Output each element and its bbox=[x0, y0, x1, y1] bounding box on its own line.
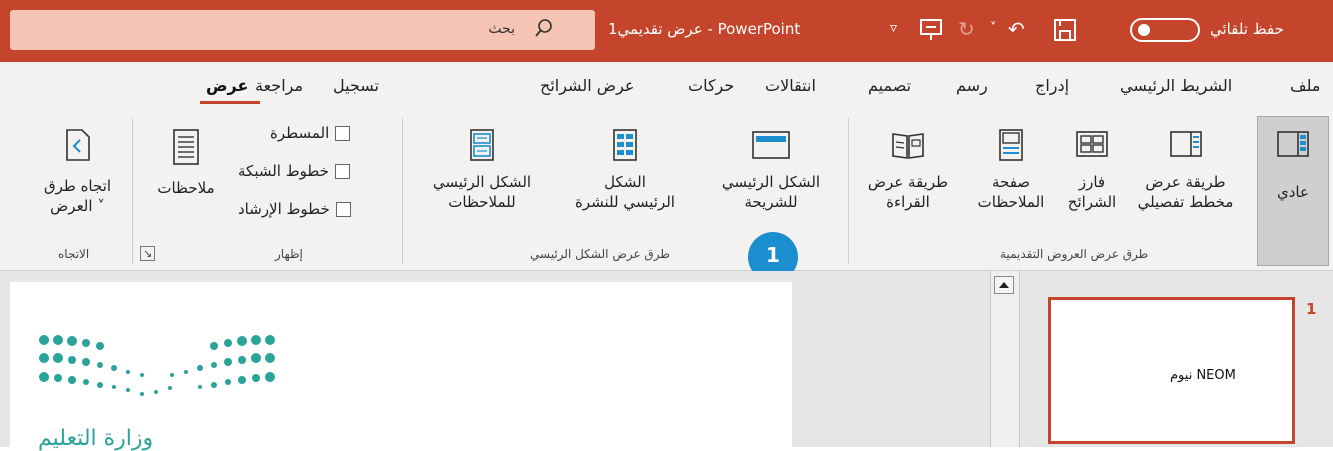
reading-view-label2: القراءة bbox=[886, 193, 930, 211]
reading-view-label1: طريقة عرض bbox=[867, 173, 949, 191]
group-label-show: إظهار bbox=[275, 247, 303, 261]
outline-view-label2: مخطط تفصيلي bbox=[1137, 193, 1234, 211]
tab-record[interactable]: تسجيل bbox=[333, 76, 379, 95]
notes-button[interactable]: ملاحظات bbox=[145, 128, 227, 198]
group-divider bbox=[132, 118, 133, 264]
normal-view-button[interactable]: عادي bbox=[1258, 128, 1328, 202]
ruler-label: المسطرة bbox=[270, 124, 330, 142]
thumbnail-scrollbar[interactable] bbox=[990, 271, 1020, 447]
autosave-toggle[interactable] bbox=[1130, 18, 1200, 42]
slide-master-label2: للشريحة bbox=[744, 193, 798, 211]
group-divider bbox=[848, 118, 849, 264]
tab-view[interactable]: عرض bbox=[206, 76, 248, 95]
group-label-direction: الاتجاه bbox=[58, 247, 90, 261]
search-input[interactable]: بحث bbox=[488, 21, 515, 37]
notes-master-label2: للملاحظات bbox=[448, 193, 516, 211]
slide-master-icon bbox=[752, 131, 790, 159]
notes-master-button[interactable]: الشكل الرئيسي للملاحظات bbox=[412, 128, 552, 212]
notes-page-button[interactable]: صفحة الملاحظات bbox=[970, 128, 1052, 212]
undo-icon[interactable]: ↶ bbox=[1008, 17, 1025, 41]
outline-view-icon bbox=[1169, 131, 1202, 157]
scroll-up-arrow-icon bbox=[999, 282, 1009, 288]
normal-view-label: عادي bbox=[1277, 183, 1309, 201]
tab-review[interactable]: مراجعة bbox=[255, 76, 303, 95]
logo-text: وزارة التعليم bbox=[38, 426, 154, 451]
checkbox-box[interactable] bbox=[334, 164, 350, 179]
checkbox-box[interactable] bbox=[335, 126, 351, 141]
handout-master-icon bbox=[613, 129, 637, 161]
dialog-launcher-icon[interactable]: ↘ bbox=[140, 246, 156, 261]
direction-label1: اتجاه طرق bbox=[43, 177, 112, 195]
handout-master-label2: الرئيسي للنشرة bbox=[575, 193, 675, 211]
autosave-label: حفظ تلقائي bbox=[1210, 20, 1284, 38]
reading-view-button[interactable]: طريقة عرض القراءة bbox=[862, 128, 954, 212]
document-title: عرض تقديمي1 - PowerPoint bbox=[608, 20, 801, 38]
tab-home[interactable]: الشريط الرئيسي bbox=[1120, 76, 1232, 95]
tab-insert[interactable]: إدراج bbox=[1035, 76, 1069, 95]
tab-animations[interactable]: حركات bbox=[688, 76, 734, 95]
slide-sorter-label2: الشرائح bbox=[1067, 193, 1117, 211]
slide-direction-button[interactable]: اتجاه طرق العرض ˅ bbox=[30, 128, 125, 216]
direction-icon bbox=[65, 129, 90, 161]
guides-label: خطوط الإرشاد bbox=[238, 200, 330, 218]
group-label-presentation-views: طرق عرض العروض التقديمية bbox=[1000, 247, 1149, 261]
slide-sorter-button[interactable]: فارز الشرائح bbox=[1052, 128, 1132, 212]
active-tab-underline bbox=[200, 101, 260, 104]
slide-sorter-icon bbox=[1076, 131, 1108, 157]
notes-page-icon bbox=[999, 129, 1023, 161]
gridlines-label: خطوط الشبكة bbox=[238, 162, 329, 180]
slide-master-label1: الشكل الرئيسي bbox=[721, 173, 821, 191]
notes-page-label1: صفحة bbox=[991, 173, 1031, 191]
slide-number: 1 bbox=[1306, 300, 1317, 318]
tab-draw[interactable]: رسم bbox=[956, 76, 988, 95]
guides-checkbox[interactable]: خطوط الإرشاد bbox=[238, 200, 351, 218]
search-box[interactable]: بحث bbox=[10, 10, 595, 50]
present-icon[interactable] bbox=[918, 18, 944, 42]
callout-number: 1 bbox=[766, 243, 780, 267]
ruler-checkbox[interactable]: المسطرة bbox=[270, 124, 351, 142]
notes-master-icon bbox=[470, 129, 494, 161]
save-icon[interactable] bbox=[1053, 18, 1077, 42]
notes-icon bbox=[173, 129, 199, 165]
reading-view-icon bbox=[892, 133, 924, 159]
notes-page-label2: الملاحظات bbox=[977, 193, 1045, 211]
tab-file[interactable]: ملف bbox=[1290, 76, 1320, 95]
notes-label: ملاحظات bbox=[157, 179, 215, 197]
gridlines-checkbox[interactable]: خطوط الشبكة bbox=[238, 162, 350, 180]
handout-master-label1: الشكل bbox=[604, 173, 646, 191]
normal-view-icon bbox=[1277, 131, 1309, 157]
checkbox-box[interactable] bbox=[335, 202, 351, 217]
search-icon bbox=[535, 19, 552, 37]
group-label-master-views: طرق عرض الشكل الرئيسي bbox=[530, 247, 670, 261]
direction-label2: العرض ˅ bbox=[50, 197, 105, 215]
thumbnail-text: نيوم NEOM bbox=[1170, 368, 1236, 383]
handout-master-button[interactable]: الشكل الرئيسي للنشرة bbox=[560, 128, 690, 212]
tab-design[interactable]: تصميم bbox=[868, 76, 911, 95]
slide-master-button[interactable]: الشكل الرئيسي للشريحة bbox=[696, 128, 846, 212]
ministry-logo-icon bbox=[39, 335, 275, 396]
notes-master-label1: الشكل الرئيسي bbox=[432, 173, 532, 191]
outline-view-label1: طريقة عرض bbox=[1145, 173, 1226, 191]
group-divider bbox=[402, 118, 403, 264]
slide-sorter-label1: فارز bbox=[1078, 173, 1106, 191]
redo-icon[interactable]: ↻ bbox=[958, 17, 975, 41]
dropdown-icon[interactable]: ˅ bbox=[990, 17, 997, 41]
toggle-knob bbox=[1138, 24, 1150, 36]
scroll-up-button[interactable] bbox=[994, 276, 1014, 294]
tab-slideshow[interactable]: عرض الشرائح bbox=[540, 76, 634, 95]
tab-transitions[interactable]: انتقالات bbox=[765, 76, 816, 95]
outline-view-button[interactable]: طريقة عرض مخطط تفصيلي bbox=[1128, 128, 1243, 212]
customize-qat-icon[interactable]: ▿ bbox=[890, 16, 897, 40]
